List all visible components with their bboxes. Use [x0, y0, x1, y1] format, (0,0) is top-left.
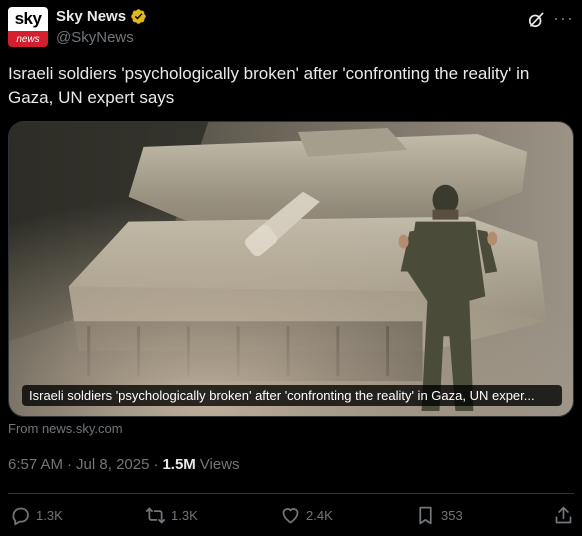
link-card[interactable]: Israeli soldiers 'psychologically broken…: [8, 121, 574, 417]
more-options-icon[interactable]: ···: [553, 8, 574, 29]
heart-icon: [282, 508, 299, 524]
share-icon: [555, 506, 572, 524]
meta-separator: ·: [153, 456, 159, 473]
meta-separator: ·: [67, 456, 73, 473]
display-name[interactable]: Sky News: [56, 8, 126, 25]
reply-count: 1.3K: [36, 508, 63, 523]
tweet-meta: 6:57 AM · Jul 8, 2025 · 1.5M Views: [8, 456, 240, 473]
reply-icon: [12, 507, 29, 526]
bookmark-icon: [419, 506, 432, 525]
like-button[interactable]: 2.4K: [280, 505, 333, 526]
card-caption: Israeli soldiers 'psychologically broken…: [22, 385, 562, 406]
grok-icon[interactable]: [526, 10, 546, 30]
tweet-text: Israeli soldiers 'psychologically broken…: [8, 64, 530, 107]
avatar[interactable]: sky news: [8, 7, 48, 47]
avatar-logo-top: sky: [8, 7, 48, 31]
tweet-header: sky news Sky News @SkyNews ···: [8, 6, 574, 50]
like-count: 2.4K: [306, 508, 333, 523]
handle[interactable]: @SkyNews: [56, 29, 134, 46]
views-label: Views: [199, 456, 240, 473]
divider: [8, 493, 574, 494]
action-bar: 1.3K 1.3K 2.4K 353: [10, 505, 574, 529]
name-row: Sky News: [56, 8, 147, 25]
views-count: 1.5M: [162, 456, 196, 473]
repost-icon: [145, 507, 166, 524]
tweet-time[interactable]: 6:57 AM: [8, 456, 63, 473]
share-button[interactable]: [553, 505, 574, 526]
repost-button[interactable]: 1.3K: [145, 505, 198, 526]
article-photo: [9, 122, 573, 416]
card-source-link[interactable]: From news.sky.com: [8, 421, 123, 436]
bookmark-button[interactable]: 353: [415, 505, 463, 526]
reply-button[interactable]: 1.3K: [10, 505, 63, 526]
repost-count: 1.3K: [171, 508, 198, 523]
bookmark-count: 353: [441, 508, 463, 523]
avatar-logo-bottom: news: [8, 31, 48, 47]
verified-badge-icon[interactable]: [130, 8, 147, 25]
tweet-date[interactable]: Jul 8, 2025: [76, 456, 149, 473]
